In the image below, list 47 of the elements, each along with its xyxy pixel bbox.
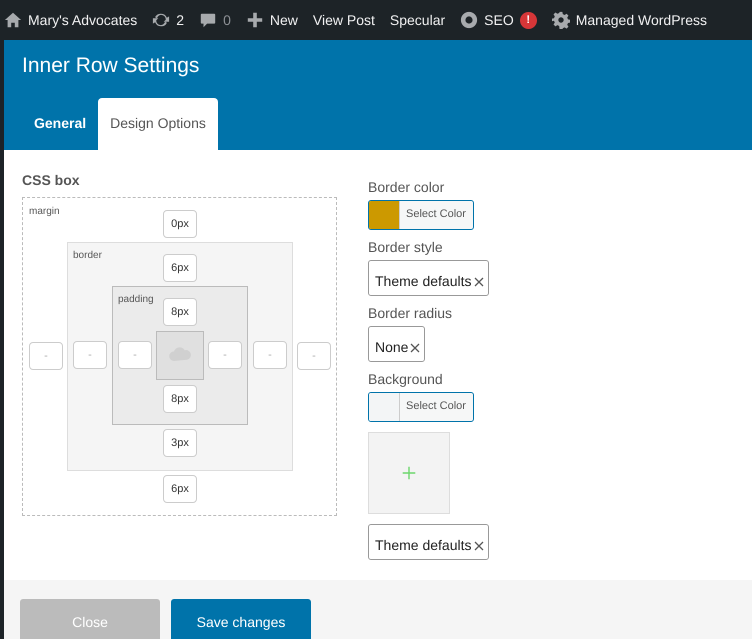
- close-icon: [474, 276, 484, 286]
- select-field[interactable]: None: [368, 326, 426, 362]
- toolbar-link[interactable]: Specular: [390, 10, 446, 30]
- refresh-icon: [152, 11, 170, 29]
- side-input[interactable]: 6px: [163, 254, 197, 282]
- section-title: CSS box: [22, 170, 81, 190]
- color-picker[interactable]: Select Color: [368, 392, 474, 422]
- side-input[interactable]: 8px: [163, 298, 197, 326]
- toolbar-link[interactable]: View Post: [312, 10, 375, 30]
- side-input[interactable]: 0px: [163, 210, 197, 238]
- close-icon: [410, 342, 420, 352]
- side-input[interactable]: -: [118, 341, 152, 369]
- field-label: Border style: [368, 238, 444, 257]
- side-input[interactable]: 8px: [163, 384, 197, 412]
- tab[interactable]: Design Options: [98, 98, 218, 150]
- field-label: Border radius: [368, 304, 454, 322]
- tab[interactable]: General: [22, 98, 98, 150]
- comment-icon: [199, 11, 218, 29]
- toolbar-link[interactable]: Managed WordPress: [576, 10, 707, 30]
- side-input[interactable]: -: [73, 341, 107, 369]
- select-field[interactable]: Theme defaults: [368, 524, 488, 560]
- close-icon: [474, 540, 484, 550]
- plus-icon: [402, 466, 416, 480]
- dialog-title: Inner Row Settings: [22, 53, 200, 79]
- field-label: Background: [368, 370, 444, 389]
- home-icon: [4, 11, 22, 29]
- side-input[interactable]: -: [29, 342, 63, 370]
- box-label: border: [73, 248, 102, 262]
- box-label: margin: [29, 204, 60, 218]
- color-picker[interactable]: Select Color: [368, 200, 474, 230]
- toolbar-link[interactable]: 2: [176, 10, 184, 30]
- save-button[interactable]: Save changes: [171, 599, 311, 639]
- select-field[interactable]: Theme defaults: [368, 260, 488, 296]
- image-add-button[interactable]: [368, 432, 450, 514]
- side-input[interactable]: -: [253, 341, 287, 369]
- field-label: Border color: [368, 178, 446, 196]
- side-input[interactable]: -: [297, 342, 331, 370]
- toolbar-link[interactable]: SEO: [484, 10, 514, 30]
- side-input[interactable]: 3px: [163, 428, 197, 456]
- side-input[interactable]: 6px: [163, 474, 197, 502]
- toolbar-link[interactable]: New: [270, 10, 298, 30]
- side-input[interactable]: -: [208, 341, 242, 369]
- toolbar-link[interactable]: 0: [223, 10, 231, 30]
- site-name-link[interactable]: Mary's Advocates: [28, 10, 138, 30]
- notification-badge: !: [520, 12, 537, 28]
- box-label: padding: [118, 292, 154, 306]
- plus-icon: [246, 11, 264, 29]
